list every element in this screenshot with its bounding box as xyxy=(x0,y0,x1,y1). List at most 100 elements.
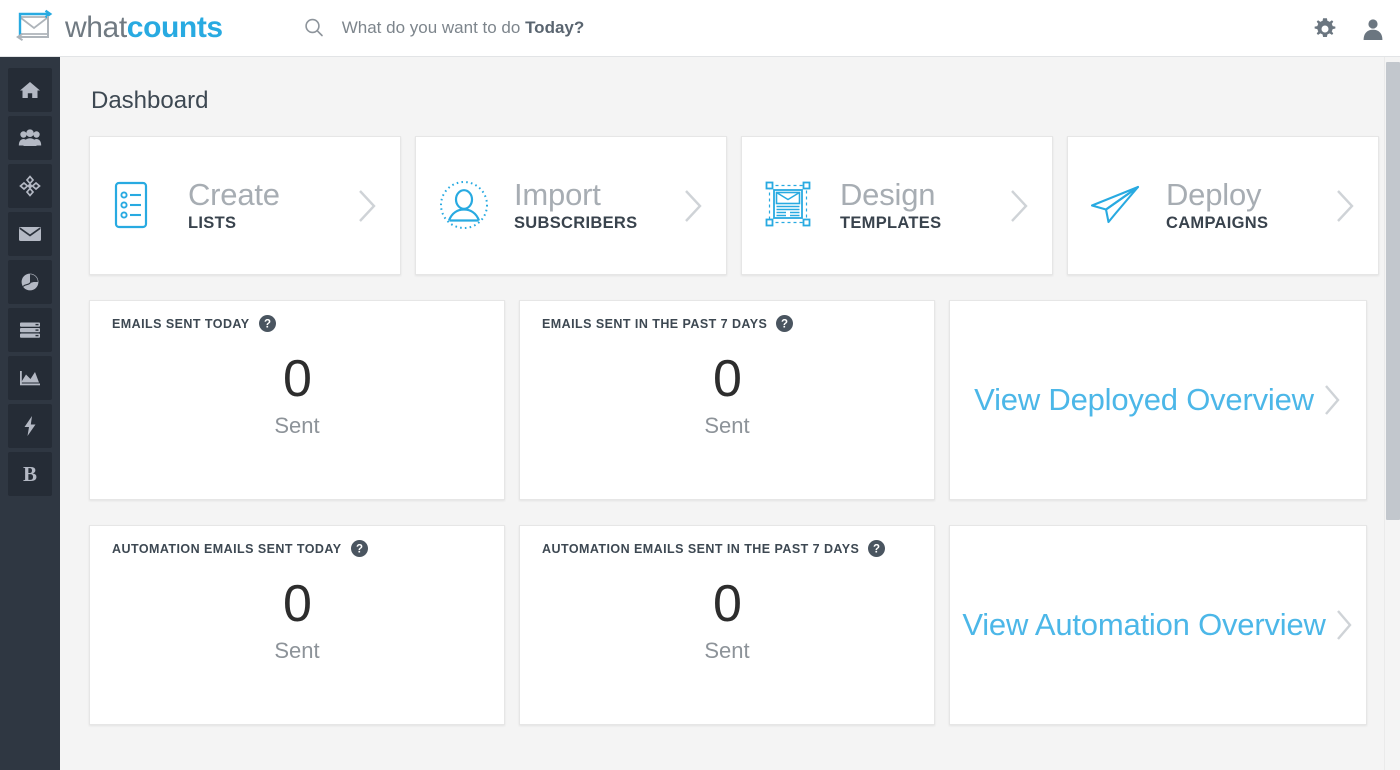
action-card-import-subscribers[interactable]: Import SUBSCRIBERS xyxy=(415,136,727,275)
view-automation-overview-card[interactable]: View Automation Overview xyxy=(949,525,1367,725)
action-card-subtitle: TEMPLATES xyxy=(840,214,942,233)
action-card-title: Import xyxy=(514,176,601,212)
sidebar-item-targeting[interactable] xyxy=(8,164,52,208)
metric-body: 0 Sent xyxy=(520,353,934,439)
action-card-subtitle: LISTS xyxy=(188,214,237,233)
chevron-right-icon xyxy=(1008,188,1030,224)
crosshair-icon xyxy=(19,175,41,197)
paper-plane-icon xyxy=(1087,177,1145,235)
metric-value: 0 xyxy=(713,350,742,408)
page-title: Dashboard xyxy=(91,87,209,114)
metric-body: 0 Sent xyxy=(520,578,934,664)
home-icon xyxy=(19,80,41,100)
users-group-icon xyxy=(18,128,42,148)
metric-value: 0 xyxy=(283,350,312,408)
metric-body: 0 Sent xyxy=(90,578,504,664)
area-chart-icon xyxy=(18,368,42,388)
server-stack-icon xyxy=(18,320,42,340)
action-card-title: Deploy xyxy=(1166,176,1262,212)
metric-unit: Sent xyxy=(274,638,320,663)
action-card-subtitle: CAMPAIGNS xyxy=(1166,214,1269,233)
sidebar-item-reports[interactable] xyxy=(8,260,52,304)
search-input[interactable]: What do you want to do Today? xyxy=(342,18,585,38)
sidebar-item-audience[interactable] xyxy=(8,116,52,160)
metric-label: EMAILS SENT TODAY xyxy=(112,316,250,331)
brand-name-counts: counts xyxy=(126,11,223,44)
action-card-title: Create xyxy=(188,176,280,212)
user-circle-icon xyxy=(435,177,493,235)
metrics-row-deployed: EMAILS SENT TODAY ? 0 Sent EMAILS SENT I… xyxy=(89,300,1400,500)
metric-header: EMAILS SENT IN THE PAST 7 DAYS ? xyxy=(542,315,934,332)
brand-name: whatcounts xyxy=(65,11,223,45)
envelope-sync-icon xyxy=(12,8,56,48)
metric-card-automation-emails-sent-today: AUTOMATION EMAILS SENT TODAY ? 0 Sent xyxy=(89,525,505,725)
sidebar-item-automation[interactable] xyxy=(8,404,52,448)
action-card-subtitle: SUBSCRIBERS xyxy=(514,214,638,233)
gear-icon[interactable] xyxy=(1312,16,1338,42)
main-content: Dashboard Create LISTS Import SUBSCRIBER… xyxy=(60,57,1400,770)
metric-card-emails-sent-today: EMAILS SENT TODAY ? 0 Sent xyxy=(89,300,505,500)
user-icon[interactable] xyxy=(1360,16,1386,42)
metric-header: EMAILS SENT TODAY ? xyxy=(112,315,504,332)
template-icon xyxy=(761,177,819,235)
search-placeholder-prefix: What do you want to do xyxy=(341,18,526,37)
sidebar-item-brand[interactable]: B xyxy=(8,452,52,496)
metric-card-automation-emails-sent-past-7-days: AUTOMATION EMAILS SENT IN THE PAST 7 DAY… xyxy=(519,525,935,725)
help-icon[interactable]: ? xyxy=(258,315,276,332)
search-placeholder-strong: Today? xyxy=(525,18,585,37)
scrollbar-thumb[interactable] xyxy=(1386,62,1400,520)
top-bar: whatcounts What do you want to do Today? xyxy=(0,0,1400,57)
metric-unit: Sent xyxy=(704,413,750,438)
metrics-row-automation: AUTOMATION EMAILS SENT TODAY ? 0 Sent AU… xyxy=(89,525,1400,725)
metric-label: AUTOMATION EMAILS SENT IN THE PAST 7 DAY… xyxy=(542,541,860,556)
lightning-bolt-icon xyxy=(22,415,38,437)
chevron-right-icon xyxy=(1334,188,1356,224)
view-automation-overview-label: View Automation Overview xyxy=(962,607,1326,642)
chevron-right-icon xyxy=(356,188,378,224)
sidebar-item-data[interactable] xyxy=(8,308,52,352)
metric-card-emails-sent-past-7-days: EMAILS SENT IN THE PAST 7 DAYS ? 0 Sent xyxy=(519,300,935,500)
vertical-scrollbar[interactable] xyxy=(1384,57,1400,770)
sidebar-item-messages[interactable] xyxy=(8,212,52,256)
sidebar: B xyxy=(0,57,60,770)
view-deployed-overview-card[interactable]: View Deployed Overview xyxy=(949,300,1367,500)
action-card-labels: Create LISTS xyxy=(188,176,280,233)
sidebar-item-analytics[interactable] xyxy=(8,356,52,400)
view-deployed-overview-label: View Deployed Overview xyxy=(974,382,1314,417)
metric-body: 0 Sent xyxy=(90,353,504,439)
chevron-right-icon xyxy=(1334,608,1354,642)
brand-name-what: what xyxy=(65,11,127,44)
help-icon[interactable]: ? xyxy=(350,540,368,557)
svg-text:?: ? xyxy=(873,544,880,556)
svg-text:?: ? xyxy=(356,544,363,556)
svg-text:?: ? xyxy=(264,319,271,331)
brand-logo[interactable]: whatcounts xyxy=(12,8,223,48)
globe-pie-icon xyxy=(19,271,41,293)
metric-value: 0 xyxy=(713,575,742,633)
action-card-design-templates[interactable]: Design TEMPLATES xyxy=(741,136,1053,275)
help-icon[interactable]: ? xyxy=(868,540,886,557)
action-cards-row: Create LISTS Import SUBSCRIBERS Design T… xyxy=(89,136,1400,275)
metric-label: AUTOMATION EMAILS SENT TODAY xyxy=(112,541,342,556)
checklist-icon xyxy=(109,177,167,235)
metric-header: AUTOMATION EMAILS SENT IN THE PAST 7 DAY… xyxy=(542,540,934,557)
action-card-labels: Deploy CAMPAIGNS xyxy=(1166,176,1269,233)
metric-label: EMAILS SENT IN THE PAST 7 DAYS xyxy=(542,316,768,331)
action-card-labels: Import SUBSCRIBERS xyxy=(514,176,638,233)
search-icon xyxy=(303,17,325,39)
chevron-right-icon xyxy=(682,188,704,224)
svg-text:?: ? xyxy=(781,319,788,331)
metric-unit: Sent xyxy=(704,638,750,663)
chevron-right-icon xyxy=(1322,383,1342,417)
letter-b-icon: B xyxy=(22,461,37,486)
action-card-deploy-campaigns[interactable]: Deploy CAMPAIGNS xyxy=(1067,136,1379,275)
sidebar-item-home[interactable] xyxy=(8,68,52,112)
metric-unit: Sent xyxy=(274,413,320,438)
action-card-create-lists[interactable]: Create LISTS xyxy=(89,136,401,275)
metric-value: 0 xyxy=(283,575,312,633)
action-card-title: Design xyxy=(840,176,936,212)
action-card-labels: Design TEMPLATES xyxy=(840,176,942,233)
global-search[interactable]: What do you want to do Today? xyxy=(303,17,585,39)
help-icon[interactable]: ? xyxy=(776,315,794,332)
envelope-icon xyxy=(18,225,42,243)
